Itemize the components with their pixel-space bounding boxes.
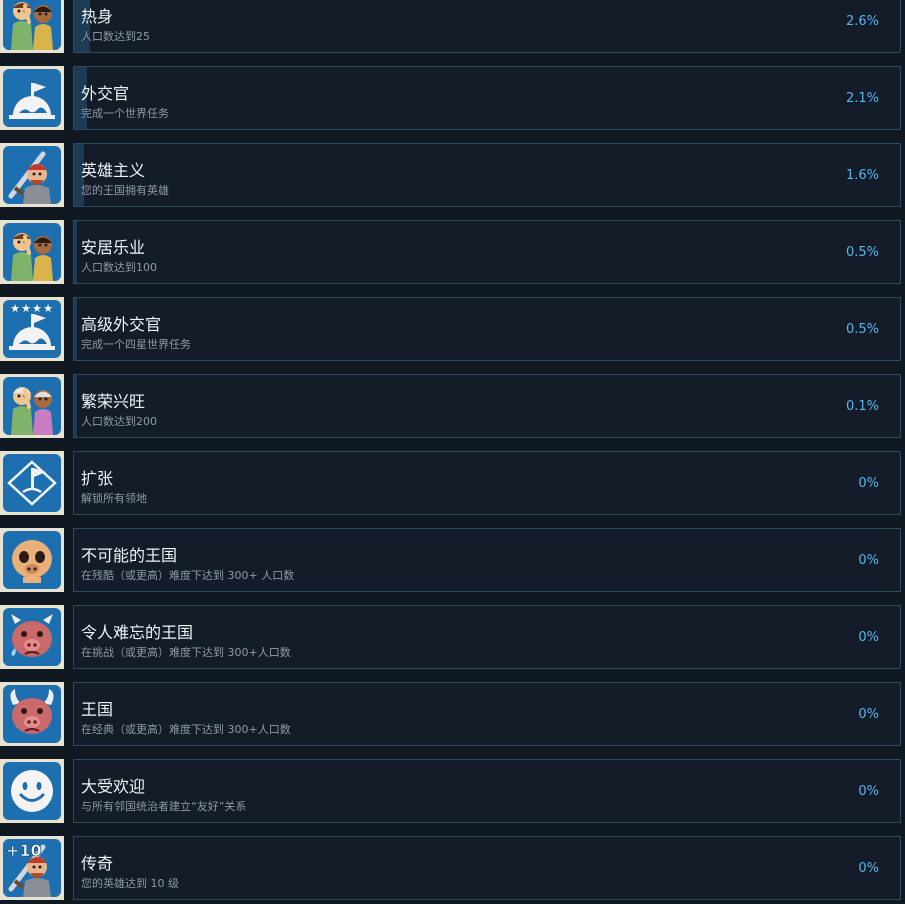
svg-text:★: ★ (43, 302, 53, 315)
hero-sword-icon (0, 143, 64, 207)
unlock-percentage: 0.5% (845, 245, 879, 260)
achievement-description: 在挑战（或更高）难度下达到 300+人口数 (81, 646, 291, 659)
achievement-card: 王国在经典（或更高）难度下达到 300+人口数 0% (73, 682, 901, 746)
achievement-description: 您的英雄达到 10 级 (81, 877, 179, 890)
achievement-card: 繁荣兴旺人口数达到200 0.1% (73, 374, 901, 438)
achievement-title: 不可能的王国 (81, 546, 178, 565)
flag-map-icon (0, 451, 64, 515)
achievement-description: 完成一个世界任务 (81, 107, 169, 120)
unlock-percentage: 1.6% (845, 168, 879, 183)
progress-bar (74, 298, 77, 360)
progress-bar (74, 221, 77, 283)
achievement-title: 传奇 (81, 854, 114, 873)
achievement-title: 大受欢迎 (81, 777, 146, 796)
achievement-row[interactable]: 安居乐业人口数达到100 0.5% (0, 219, 905, 285)
svg-text:+10: +10 (6, 841, 42, 860)
svg-text:★: ★ (10, 302, 20, 315)
achievement-card: 传奇您的英雄达到 10 级 0% (73, 836, 901, 900)
unlock-percentage: 0% (858, 707, 879, 722)
achievement-row[interactable]: 英雄主义您的王国拥有英雄 1.6% (0, 142, 905, 208)
achievement-card: 外交官完成一个世界任务 2.1% (73, 66, 901, 130)
achievement-row[interactable]: 热身人口数达到25 2.6% (0, 0, 905, 54)
unlock-percentage: 0% (858, 553, 879, 568)
achievement-title: 高级外交官 (81, 315, 162, 334)
unlock-percentage: 0.1% (845, 399, 879, 414)
viking-pig-icon (0, 682, 64, 746)
two-villagers-icon (0, 0, 64, 53)
achievement-card: 令人难忘的王国在挑战（或更高）难度下达到 300+人口数 0% (73, 605, 901, 669)
svg-text:★: ★ (21, 302, 31, 315)
achievement-title: 王国 (81, 700, 114, 719)
hero-level-up-icon: +10 (0, 836, 64, 900)
unlock-percentage: 2.6% (845, 14, 879, 29)
unlock-percentage: 0% (858, 861, 879, 876)
achievement-row[interactable]: +10 传奇您的英雄达到 10 级 0% (0, 835, 905, 901)
achievement-description: 在经典（或更高）难度下达到 300+人口数 (81, 723, 291, 736)
achievement-description: 人口数达到25 (81, 30, 150, 43)
achievement-card: 安居乐业人口数达到100 0.5% (73, 220, 901, 284)
smiley-face-icon (0, 759, 64, 823)
unlock-percentage: 0% (858, 784, 879, 799)
achievement-row[interactable]: 扩张解锁所有领地 0% (0, 450, 905, 516)
svg-text:★: ★ (32, 302, 42, 315)
achievement-description: 完成一个四星世界任务 (81, 338, 191, 351)
unlock-percentage: 0% (858, 630, 879, 645)
achievement-description: 您的王国拥有英雄 (81, 184, 169, 197)
achievement-row[interactable]: ★ ★ ★ ★ 高级外交官 完成一个四星世界任务 0.5% (0, 296, 905, 362)
achievement-card: 扩张解锁所有领地 0% (73, 451, 901, 515)
crying-pig-icon (0, 605, 64, 669)
achievement-description: 解锁所有领地 (81, 492, 147, 505)
two-villagers-icon (0, 220, 64, 284)
achievement-title: 扩张 (81, 469, 114, 488)
elder-villagers-icon (0, 374, 64, 438)
progress-bar (74, 375, 77, 437)
achievement-description: 人口数达到200 (81, 415, 157, 428)
achievement-title: 热身 (81, 7, 114, 26)
achievement-card: 英雄主义您的王国拥有英雄 1.6% (73, 143, 901, 207)
achievement-card: 大受欢迎与所有邻国统治者建立“友好”关系 0% (73, 759, 901, 823)
achievement-title: 令人难忘的王国 (81, 623, 194, 642)
flag-globe-icon (0, 66, 64, 130)
unlock-percentage: 2.1% (845, 91, 879, 106)
achievement-card: 不可能的王国在残酷（或更高）难度下达到 300+ 人口数 0% (73, 528, 901, 592)
achievement-list: 热身人口数达到25 2.6% 外交官完成一个世界任务 2.1% 英雄主义您的王国拥有英雄… (0, 0, 905, 904)
skull-pig-icon (0, 528, 64, 592)
achievement-title: 英雄主义 (81, 161, 146, 180)
achievement-description: 在残酷（或更高）难度下达到 300+ 人口数 (81, 569, 295, 582)
achievement-row[interactable]: 繁荣兴旺人口数达到200 0.1% (0, 373, 905, 439)
unlock-percentage: 0% (858, 476, 879, 491)
achievement-card: 高级外交官完成一个四星世界任务 0.5% (73, 297, 901, 361)
achievement-description: 人口数达到100 (81, 261, 157, 274)
achievement-row[interactable]: 不可能的王国在残酷（或更高）难度下达到 300+ 人口数 0% (0, 527, 905, 593)
achievement-row[interactable]: 外交官完成一个世界任务 2.1% (0, 65, 905, 131)
achievement-title: 安居乐业 (81, 238, 146, 257)
achievement-row[interactable]: 王国在经典（或更高）难度下达到 300+人口数 0% (0, 681, 905, 747)
achievement-description: 与所有邻国统治者建立“友好”关系 (81, 800, 247, 813)
achievement-title: 外交官 (81, 84, 130, 103)
achievement-row[interactable]: 大受欢迎与所有邻国统治者建立“友好”关系 0% (0, 758, 905, 824)
four-star-flag-globe-icon: ★ ★ ★ ★ (0, 297, 64, 361)
unlock-percentage: 0.5% (845, 322, 879, 337)
achievement-row[interactable]: 令人难忘的王国在挑战（或更高）难度下达到 300+人口数 0% (0, 604, 905, 670)
achievement-card: 热身人口数达到25 2.6% (73, 0, 901, 53)
achievement-title: 繁荣兴旺 (81, 392, 146, 411)
